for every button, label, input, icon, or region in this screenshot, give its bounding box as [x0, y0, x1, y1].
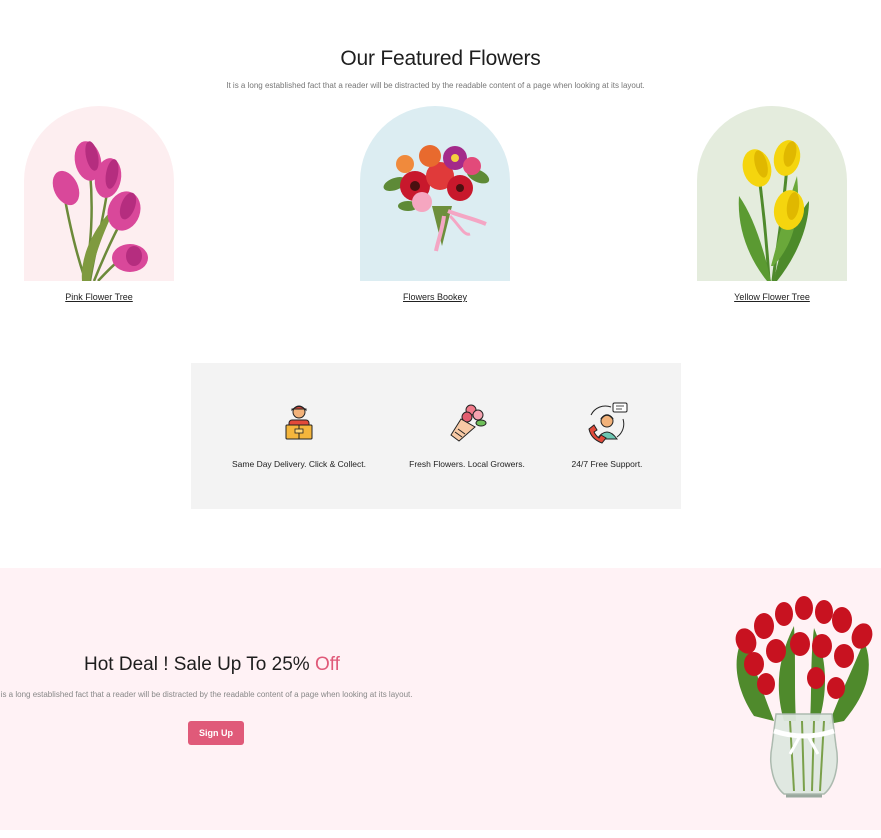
support-agent-icon — [585, 401, 629, 445]
product-image-yellow-tulips[interactable] — [697, 106, 847, 281]
hot-deal-banner: Hot Deal ! Sale Up To 25% Off It is a lo… — [0, 568, 881, 830]
feature-support: 24/7 Free Support. — [557, 401, 657, 469]
product-link-pink-flower-tree[interactable]: Pink Flower Tree — [24, 292, 174, 302]
bouquet-icon — [445, 401, 489, 445]
sign-up-button[interactable]: Sign Up — [188, 721, 244, 745]
tulip-vase-image — [724, 596, 881, 806]
deal-subtitle: It is a long established fact that a rea… — [0, 690, 413, 699]
product-link-flowers-bookey[interactable]: Flowers Bookey — [360, 292, 510, 302]
feature-text: Fresh Flowers. Local Growers. — [409, 459, 525, 469]
feature-text: Same Day Delivery. Click & Collect. — [232, 459, 366, 469]
delivery-man-icon — [277, 401, 321, 445]
feature-same-day-delivery: Same Day Delivery. Click & Collect. — [229, 401, 369, 469]
product-link-yellow-flower-tree[interactable]: Yellow Flower Tree — [697, 292, 847, 302]
product-image-pink-tulips[interactable] — [24, 106, 174, 281]
deal-title: Hot Deal ! Sale Up To 25% Off — [84, 654, 340, 676]
feature-text: 24/7 Free Support. — [571, 459, 643, 469]
product-image-bouquet[interactable] — [360, 106, 510, 281]
features-strip: Same Day Delivery. Click & Collect. Fres… — [191, 363, 681, 509]
deal-title-text: Hot Deal ! Sale Up To 25% — [84, 654, 310, 675]
product-card-pink-flower-tree[interactable]: Pink Flower Tree — [24, 106, 174, 302]
feature-fresh-flowers: Fresh Flowers. Local Growers. — [403, 401, 531, 469]
deal-title-accent: Off — [314, 654, 340, 675]
featured-title: Our Featured Flowers — [340, 47, 541, 70]
product-card-flowers-bookey[interactable]: Flowers Bookey — [360, 106, 510, 302]
featured-subtitle: It is a long established fact that a rea… — [226, 81, 645, 90]
product-card-yellow-flower-tree[interactable]: Yellow Flower Tree — [697, 106, 847, 302]
